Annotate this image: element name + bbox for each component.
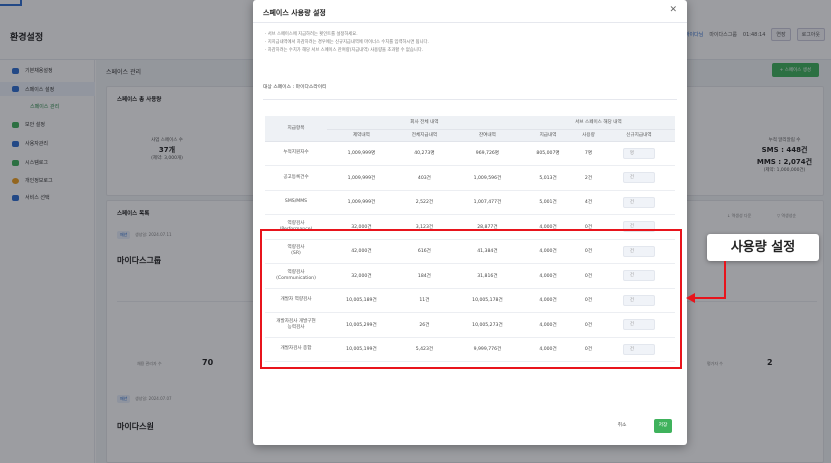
new-grant-input[interactable]: 건: [622, 172, 655, 184]
total-granted-cell: 2,522건: [395, 190, 453, 215]
used-cell: 4건: [574, 190, 603, 215]
callout-leader-line: [694, 297, 726, 299]
instruction-notes: · 서브 스페이스에 지급하려는 횟인트를 설정하세요. · 지지급내역에서 차…: [265, 31, 429, 55]
row-label: 공고등록건수: [265, 165, 327, 191]
callout-leader-line: [724, 261, 726, 299]
total-granted-cell: 40,273명: [395, 141, 453, 166]
col-header-item: 지급항목: [265, 116, 327, 142]
remain-cell: 1,007,477건: [453, 190, 522, 215]
note-line: · 차감하려는 수치가 해당 서브 스페이스 잔여량(지급내역) 사용량을 초과…: [265, 48, 424, 53]
callout-label: 사용량 설정: [707, 234, 819, 261]
total-granted-cell: 403건: [395, 165, 453, 191]
col-header: 제약내역: [327, 129, 396, 142]
highlight-box: [260, 229, 682, 369]
col-header: 신규지급내역: [602, 129, 675, 142]
row-label: 누적지원자수: [265, 141, 327, 166]
usage-settings-modal: 스페이스 사용량 설정 ✕ · 서브 스페이스에 지급하려는 횟인트를 설정하세…: [253, 0, 687, 445]
col-header: 잔여내역: [453, 129, 522, 142]
used-cell: 2건: [574, 165, 603, 191]
col-header: 전체지급내역: [395, 129, 453, 142]
table-row: 누적지원자수 1,009,999명 40,273명 969,726명 805,007명 7…: [265, 141, 675, 166]
limit-cell: 1,009,999건: [327, 190, 396, 215]
new-grant-cell: 건: [602, 190, 675, 215]
divider: [253, 22, 687, 23]
note-line: · 서브 스페이스에 지급하려는 횟인트를 설정하세요.: [265, 32, 358, 37]
new-grant-input[interactable]: 명: [622, 147, 655, 159]
col-header: 사용량: [574, 129, 603, 142]
new-grant-input[interactable]: 건: [622, 196, 655, 208]
group-header-sub: 서브 스페이스 해당 내역: [521, 116, 675, 130]
save-button[interactable]: 저장: [654, 419, 672, 433]
table-row: SMS/MMS 1,009,999건 2,522건 1,007,477건 5,001건 4…: [265, 190, 675, 215]
arrow-left-icon: [686, 293, 695, 303]
row-label: SMS/MMS: [265, 190, 327, 215]
limit-cell: 1,009,999건: [327, 165, 396, 191]
limit-cell: 1,009,999명: [327, 141, 396, 166]
granted-cell: 5,001건: [521, 190, 575, 215]
new-grant-cell: 건: [602, 165, 675, 191]
remain-cell: 969,726명: [453, 141, 522, 166]
granted-cell: 805,007명: [521, 141, 575, 166]
granted-cell: 5,013건: [521, 165, 575, 191]
used-cell: 7명: [574, 141, 603, 166]
table-row: 공고등록건수 1,009,999건 403건 1,009,596건 5,013건 2건 건: [265, 165, 675, 191]
remain-cell: 1,009,596건: [453, 165, 522, 191]
note-line: · 지지급내역에서 차감하려는 경우에는 신규지급내역에 마이너스 수치를 입력…: [265, 40, 429, 45]
col-header: 지급내역: [521, 129, 575, 142]
modal-title: 스페이스 사용량 설정: [263, 9, 326, 17]
close-icon[interactable]: ✕: [669, 5, 677, 15]
new-grant-cell: 명: [602, 141, 675, 166]
group-header-company: 회사 전체 내역: [327, 116, 522, 130]
cancel-button[interactable]: 취소: [611, 420, 633, 432]
divider: [263, 99, 677, 100]
target-space-label: 대상 스페이스 : 마이다스라이티: [263, 85, 327, 90]
